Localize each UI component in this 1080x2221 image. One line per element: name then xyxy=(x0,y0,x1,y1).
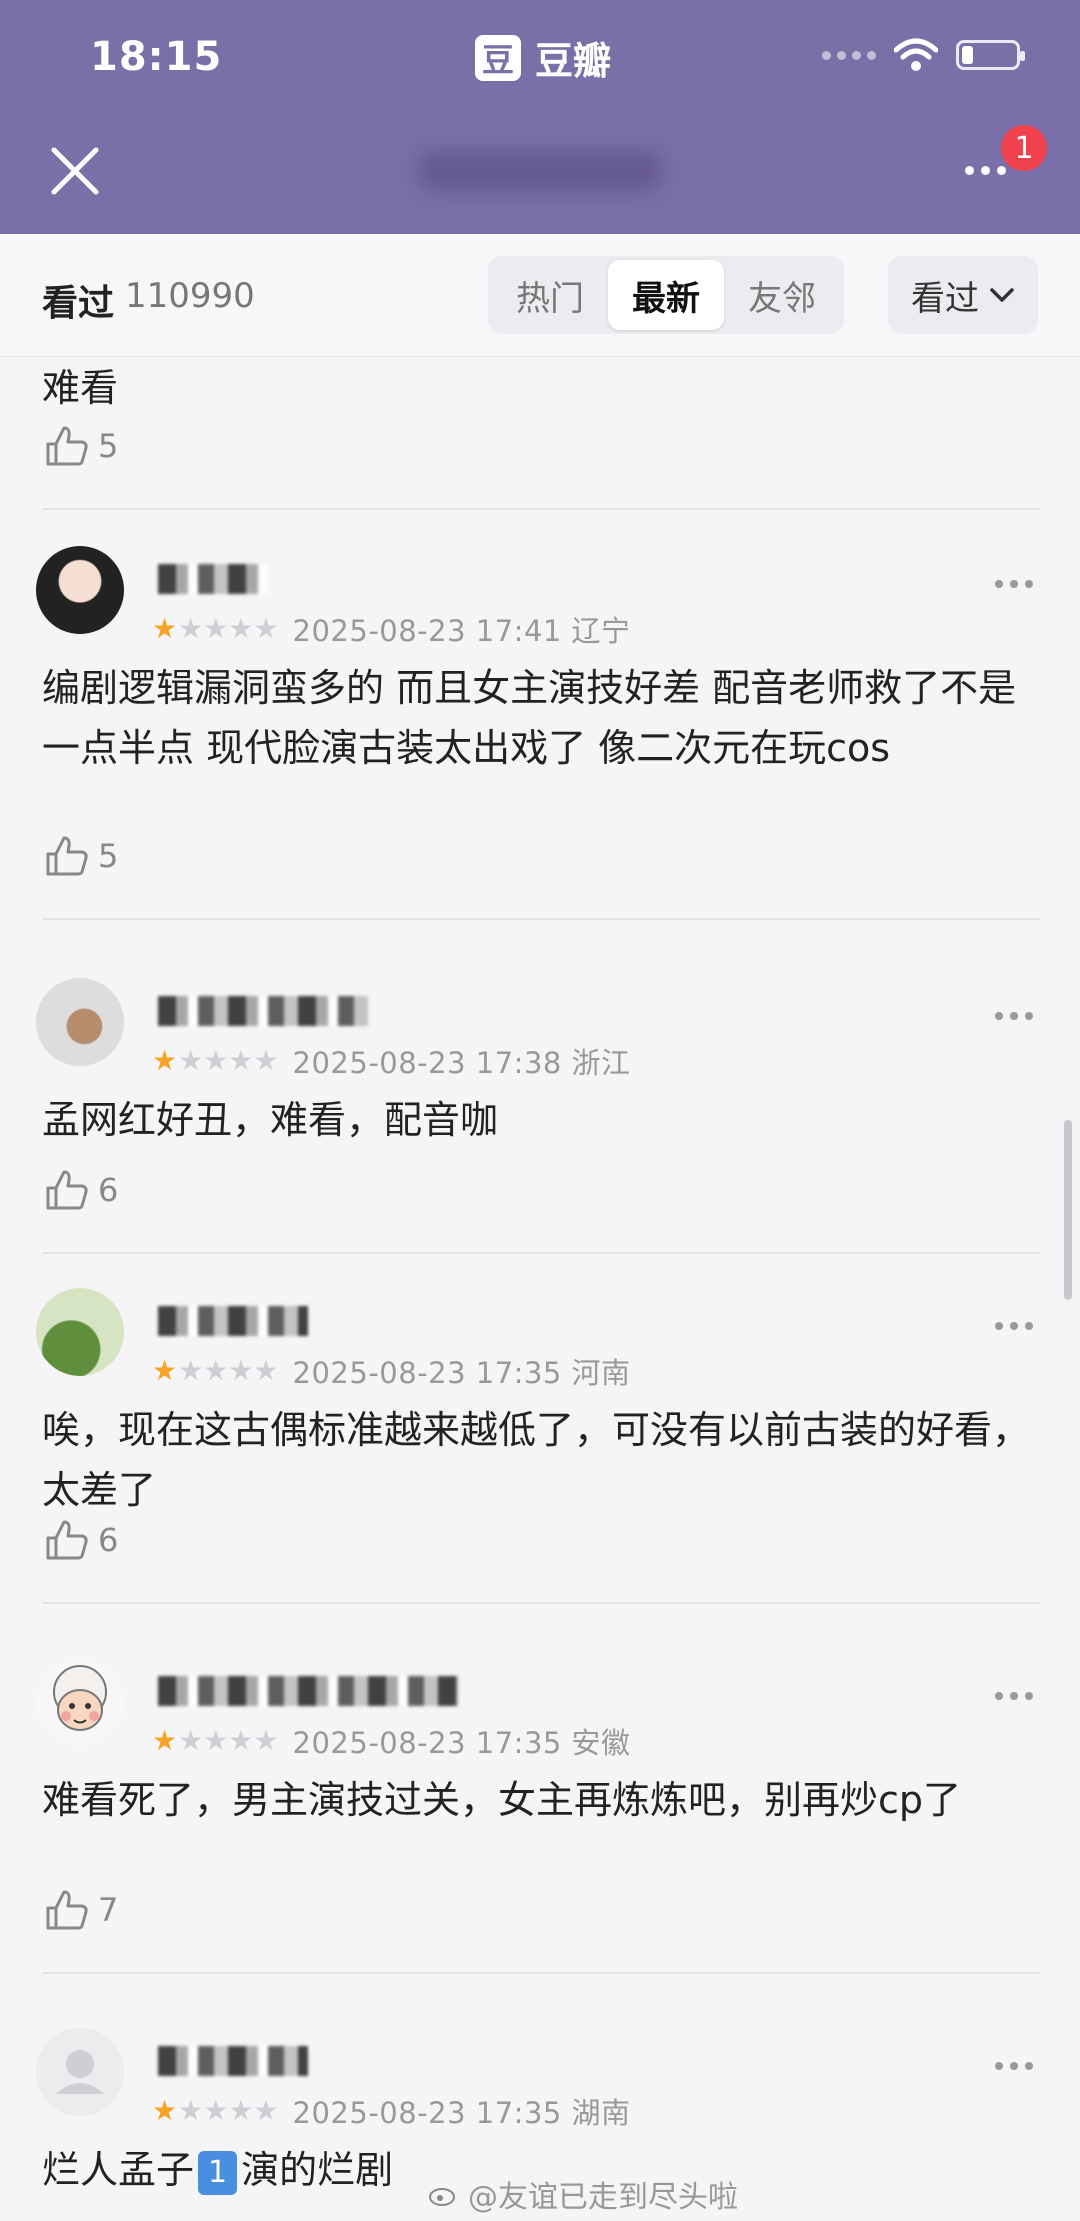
thumbs-up-icon xyxy=(46,1170,88,1210)
signal-icon xyxy=(822,50,876,60)
star-rating: ★ ★★★★ xyxy=(152,2094,279,2127)
comment-meta: 2025-08-23 17:35 安徽 xyxy=(292,1726,631,1760)
like-button[interactable]: 6 xyxy=(44,1518,118,1562)
thumbs-up-icon xyxy=(46,836,88,876)
tab-hot[interactable]: 热门 xyxy=(492,260,608,330)
status-filter-dropdown[interactable]: 看过 xyxy=(888,256,1038,334)
divider xyxy=(42,1252,1040,1254)
like-count: 5 xyxy=(98,837,119,875)
status-app-name: 豆瓣 xyxy=(535,39,612,83)
rating-row: ★ ★★★★ 2025-08-23 17:41 辽宁 xyxy=(152,608,631,650)
cartoon-sheep-avatar-icon xyxy=(53,1665,107,1731)
comment-text: 唉，现在这古偶标准越来越低了，可没有以前古装的好看，太差了 xyxy=(42,1408,1031,1512)
blurred-username xyxy=(158,1676,458,1706)
default-user-avatar-icon xyxy=(56,2050,104,2094)
watermark: @友谊已走到尽头啦 xyxy=(428,2172,738,2216)
divider xyxy=(42,1972,1040,1974)
avatar[interactable] xyxy=(36,546,124,634)
star-rating: ★ ★★★★ xyxy=(152,612,279,645)
avatar[interactable] xyxy=(36,2028,124,2116)
status-filter-label: 看过 xyxy=(911,278,979,319)
comment-text-part: 烂人孟子 xyxy=(42,2148,195,2192)
divider xyxy=(42,508,1040,510)
comment-more-icon[interactable] xyxy=(995,1692,1033,1700)
comment-more-icon[interactable] xyxy=(995,1322,1033,1330)
top-bar: 18:15 豆 豆瓣 1 xyxy=(0,0,1080,234)
like-count: 7 xyxy=(98,1891,119,1929)
blurred-username xyxy=(158,996,368,1026)
tab-latest[interactable]: 最新 xyxy=(608,260,724,330)
comment-list: 难看 5 ★ ★★★★ 2025-08-23 17:41 辽宁 编剧逻辑漏洞蛮多的… xyxy=(0,356,1080,2221)
rating-row: ★ ★★★★ 2025-08-23 17:35 湖南 xyxy=(152,2090,631,2132)
filter-bar: 看过 110990 热门 最新 友邻 看过 xyxy=(0,234,1080,357)
comment-more-icon[interactable] xyxy=(995,580,1033,588)
tab-friends[interactable]: 友邻 xyxy=(724,260,840,330)
comment-meta: 2025-08-23 17:35 河南 xyxy=(292,1356,631,1390)
star-rating: ★ ★★★★ xyxy=(152,1044,279,1077)
like-count: 6 xyxy=(98,1521,119,1559)
like-button[interactable]: 6 xyxy=(44,1168,118,1212)
comment-text: 难看死了，男主演技过关，女主再炼炼吧，别再炒cp了 xyxy=(42,1778,962,1822)
like-button[interactable]: 5 xyxy=(44,424,118,468)
chevron-down-icon xyxy=(990,288,1014,302)
status-indicators xyxy=(822,38,1025,72)
status-time: 18:15 xyxy=(90,34,223,80)
divider xyxy=(42,1602,1040,1604)
comment-more-icon[interactable] xyxy=(995,1012,1033,1020)
watermark-text: @友谊已走到尽头啦 xyxy=(468,2180,738,2215)
douban-logo-icon: 豆 xyxy=(475,34,521,81)
avatar[interactable] xyxy=(36,978,124,1066)
blurred-page-title xyxy=(420,152,660,190)
like-button[interactable]: 7 xyxy=(44,1888,118,1932)
rating-row: ★ ★★★★ 2025-08-23 17:38 浙江 xyxy=(152,1040,631,1082)
sort-tabs: 热门 最新 友邻 xyxy=(488,256,844,334)
blurred-username xyxy=(158,1306,308,1336)
star-rating: ★ ★★★★ xyxy=(152,1724,279,1757)
scrollbar[interactable] xyxy=(1064,1120,1072,1300)
blurred-username xyxy=(158,2046,308,2076)
wifi-icon xyxy=(894,38,938,71)
comment-more-icon[interactable] xyxy=(995,2062,1033,2070)
like-count: 6 xyxy=(98,1171,119,1209)
comment-text: 编剧逻辑漏洞蛮多的 而且女主演技好差 配音老师救了不是一点半点 现代脸演古装太出… xyxy=(42,666,1017,770)
comment-text: 孟网红好丑，难看，配音咖 xyxy=(42,1098,499,1142)
status-app: 豆 豆瓣 xyxy=(475,30,611,85)
battery-icon xyxy=(956,40,1025,70)
comment-meta: 2025-08-23 17:35 湖南 xyxy=(292,2096,631,2130)
thumbs-up-icon xyxy=(46,1520,88,1560)
rating-row: ★ ★★★★ 2025-08-23 17:35 安徽 xyxy=(152,1720,631,1762)
avatar[interactable] xyxy=(36,1288,124,1376)
like-button[interactable]: 5 xyxy=(44,834,118,878)
seen-count: 110990 xyxy=(125,276,255,316)
notification-badge: 1 xyxy=(998,122,1050,174)
star-rating: ★ ★★★★ xyxy=(152,1354,279,1387)
comment-text-part: 演的烂剧 xyxy=(241,2148,394,2192)
comment-meta: 2025-08-23 17:41 辽宁 xyxy=(292,614,631,648)
blurred-username xyxy=(158,564,268,594)
weibo-icon xyxy=(429,2188,455,2206)
rating-row: ★ ★★★★ 2025-08-23 17:35 河南 xyxy=(152,1350,631,1392)
comment-text: 难看 xyxy=(42,366,119,410)
avatar[interactable] xyxy=(36,1658,124,1746)
keycap-number-icon: 1 xyxy=(198,2150,238,2195)
thumbs-up-icon xyxy=(46,426,88,466)
close-icon[interactable] xyxy=(48,144,102,198)
seen-label: 看过 xyxy=(42,283,115,324)
divider xyxy=(42,918,1040,920)
like-count: 5 xyxy=(98,427,119,465)
thumbs-up-icon xyxy=(46,1890,88,1930)
comment-meta: 2025-08-23 17:38 浙江 xyxy=(292,1046,631,1080)
